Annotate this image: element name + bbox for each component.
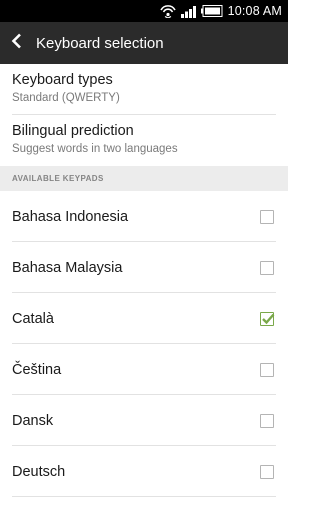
keyboard-types-item[interactable]: Keyboard types Standard (QWERTY) [0, 64, 288, 115]
keypad-label: Dansk [12, 412, 54, 429]
keypad-checkbox[interactable] [260, 413, 274, 428]
keypad-item-deutsch[interactable]: Deutsch [0, 446, 288, 497]
keypad-label: Deutsch [12, 463, 66, 480]
status-bar: 10:08 AM [0, 0, 288, 22]
keypad-item-cestina[interactable]: Čeština [0, 344, 288, 395]
keypad-label: Català [12, 310, 54, 327]
keypad-checkbox[interactable] [260, 362, 274, 377]
keypad-label: Čeština [12, 361, 62, 378]
keypad-item-bahasa-malaysia[interactable]: Bahasa Malaysia [0, 242, 288, 293]
back-chevron-icon [11, 33, 23, 54]
sync-icon [159, 4, 177, 18]
pref-summary: Suggest words in two languages [12, 143, 178, 155]
checkmark-icon [262, 313, 275, 324]
keypad-checkbox[interactable] [260, 311, 275, 326]
pref-title: Bilingual prediction [12, 123, 134, 139]
keypad-label: Bahasa Malaysia [12, 259, 123, 276]
keypad-checkbox[interactable] [260, 464, 274, 479]
pref-summary: Standard (QWERTY) [12, 92, 120, 104]
keypad-label: Bahasa Indonesia [12, 208, 129, 225]
section-header: AVAILABLE KEYPADS [0, 166, 288, 191]
keypad-item-bahasa-indonesia[interactable]: Bahasa Indonesia [0, 191, 288, 242]
battery-icon [200, 5, 223, 17]
action-bar: Keyboard selection [0, 22, 288, 64]
settings-list: Keyboard types Standard (QWERTY) Bilingu… [0, 64, 288, 497]
pref-title: Keyboard types [12, 72, 113, 88]
keypad-item-catala[interactable]: Català [0, 293, 288, 344]
back-button[interactable] [0, 22, 34, 64]
divider [12, 496, 276, 497]
status-time: 10:08 AM [227, 4, 282, 18]
signal-icon [180, 5, 197, 18]
bilingual-prediction-item[interactable]: Bilingual prediction Suggest words in tw… [0, 115, 288, 166]
page-title: Keyboard selection [36, 34, 164, 52]
keypad-checkbox[interactable] [260, 260, 274, 275]
keypad-checkbox[interactable] [260, 209, 274, 224]
keypad-item-dansk[interactable]: Dansk [0, 395, 288, 446]
